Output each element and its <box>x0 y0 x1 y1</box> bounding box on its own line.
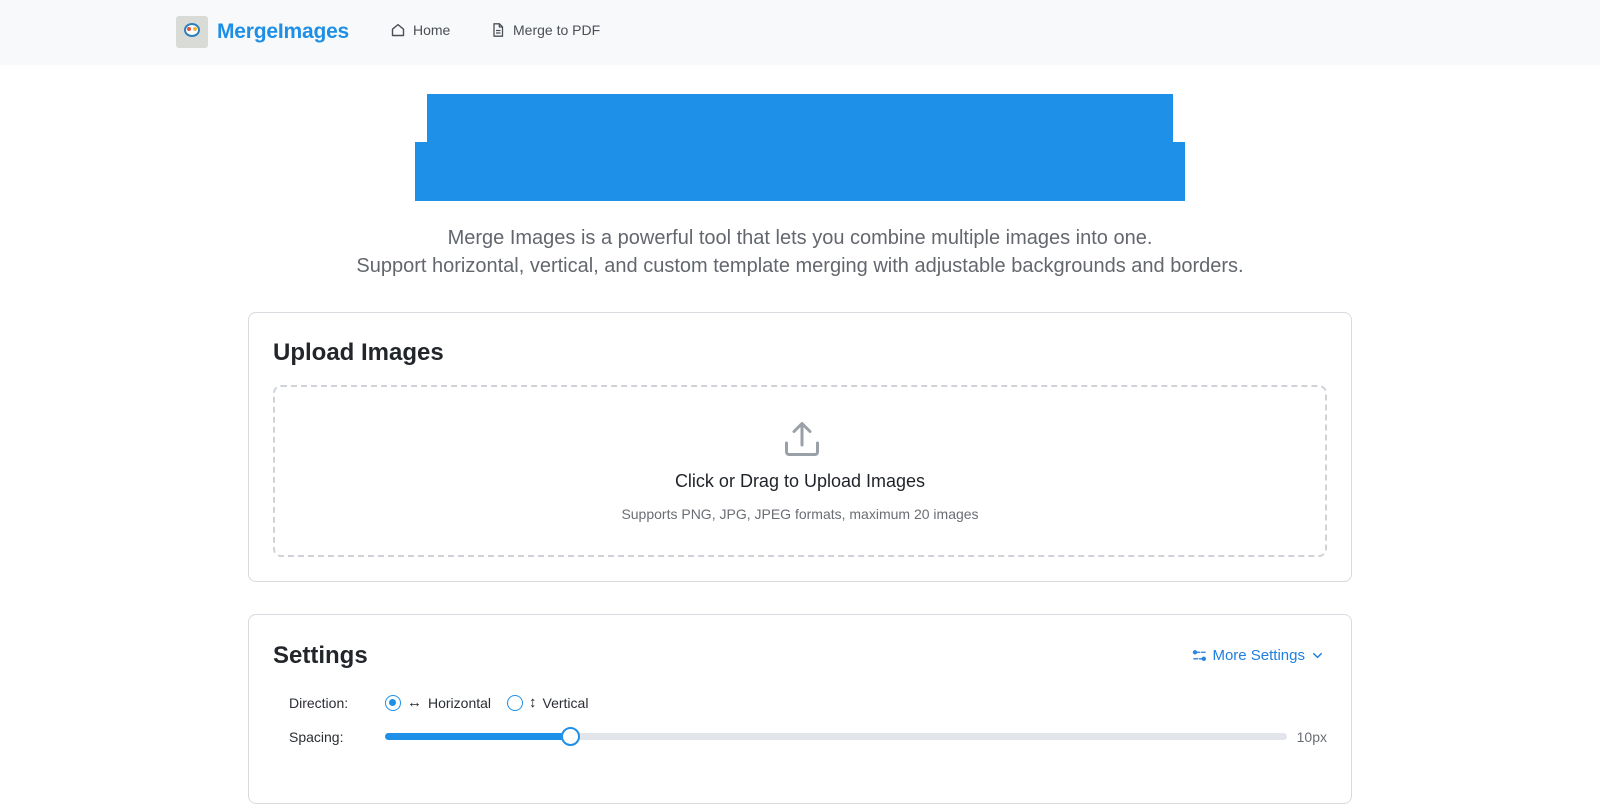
horizontal-label: Horizontal <box>428 694 492 711</box>
upload-dropzone[interactable]: Click or Drag to Upload Images Supports … <box>273 385 1327 557</box>
direction-label: Direction: <box>289 695 349 711</box>
settings-card: Settings More Settings Direction: ↔ Hori… <box>248 614 1352 804</box>
nav-pdf-label: Merge to PDF <box>513 22 601 38</box>
horizontal-radio[interactable] <box>385 694 401 711</box>
settings-title: Settings <box>273 642 368 669</box>
dropzone-subtitle: Supports PNG, JPG, JPEG formats, maximum… <box>621 506 979 522</box>
direction-horizontal-option[interactable]: ↔ Horizontal <box>385 694 491 711</box>
upload-icon <box>785 422 819 456</box>
logo-icon <box>176 16 208 48</box>
intro-line-1: Merge Images is a powerful tool that let… <box>447 227 1153 249</box>
spacing-slider-thumb[interactable] <box>560 727 580 746</box>
top-header: MergeImages Home Merge to PDF <box>0 0 1600 65</box>
horizontal-arrow-icon: ↔ <box>407 694 422 711</box>
hero-banner-lower <box>415 142 1185 201</box>
brand-link[interactable]: MergeImages <box>176 16 349 48</box>
nav-home[interactable]: Home <box>390 22 450 38</box>
chevron-down-icon <box>1313 652 1322 659</box>
direction-vertical-option[interactable]: ↕ Vertical <box>507 694 588 711</box>
spacing-slider-fill <box>385 733 570 740</box>
sliders-icon <box>1193 650 1207 661</box>
home-icon <box>391 23 405 37</box>
upload-card: Upload Images Click or Drag to Upload Im… <box>248 312 1352 582</box>
more-settings-label: More Settings <box>1212 647 1305 664</box>
document-icon <box>493 23 504 37</box>
nav-merge-to-pdf[interactable]: Merge to PDF <box>490 22 600 38</box>
brand-name: MergeImages <box>217 20 350 43</box>
spacing-slider[interactable] <box>385 727 1287 746</box>
vertical-arrow-icon: ↕ <box>529 694 537 711</box>
vertical-radio[interactable] <box>507 694 524 711</box>
hero-banner <box>427 94 1173 142</box>
nav-home-label: Home <box>413 22 451 38</box>
dropzone-title: Click or Drag to Upload Images <box>674 471 926 491</box>
spacing-label: Spacing: <box>289 729 344 745</box>
vertical-label: Vertical <box>542 694 589 711</box>
intro-line-2: Support horizontal, vertical, and custom… <box>356 255 1244 277</box>
more-settings-button[interactable]: More Settings <box>1192 647 1325 664</box>
upload-title: Upload Images <box>273 339 444 366</box>
direction-radio-group: ↔ Horizontal ↕ Vertical <box>385 694 588 711</box>
intro-text: Merge Images is a powerful tool that let… <box>0 224 1600 280</box>
spacing-value: 10px <box>1296 729 1327 745</box>
